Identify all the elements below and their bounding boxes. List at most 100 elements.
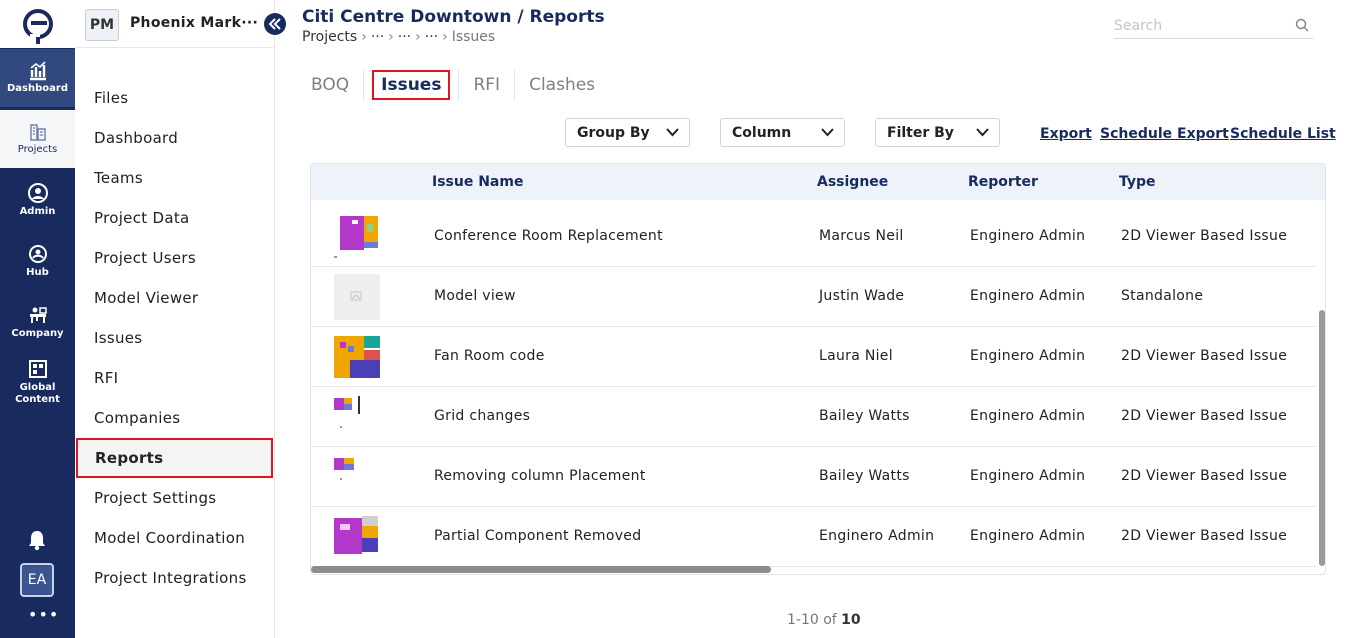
rail-item-hub[interactable]: Hub — [0, 232, 75, 290]
table-header: Issue Name Assignee Reporter Type — [311, 164, 1325, 200]
chevron-right-icon: › — [361, 29, 367, 45]
issue-type: 2D Viewer Based Issue — [1121, 348, 1288, 364]
sidebar-item-project-users[interactable]: Project Users — [75, 238, 275, 278]
column-header-reporter[interactable]: Reporter — [968, 174, 1038, 190]
chevron-down-icon — [666, 128, 679, 137]
search-box — [1114, 14, 1313, 39]
column-header-assignee[interactable]: Assignee — [817, 174, 888, 190]
horizontal-scrollbar[interactable] — [311, 566, 771, 573]
rail-label: Hub — [26, 267, 49, 278]
project-header[interactable]: PM Phoenix Mark··· — [75, 0, 275, 48]
sidebar-item-rfi[interactable]: RFI — [75, 358, 275, 398]
sidebar-item-companies[interactable]: Companies — [75, 398, 275, 438]
pagination-summary: 1-10 of 10 — [787, 612, 861, 628]
user-avatar[interactable]: EA — [20, 563, 54, 597]
chevron-down-icon — [976, 128, 989, 137]
rail-item-global-content[interactable]: Global Content — [0, 354, 75, 410]
global-content-icon — [28, 360, 47, 378]
issue-assignee: Marcus Neil — [819, 228, 904, 244]
breadcrumb-current: Issues — [451, 29, 496, 45]
tab-boq[interactable]: BOQ — [297, 70, 363, 100]
breadcrumb-item[interactable]: ··· — [425, 29, 438, 45]
tab-issues[interactable]: Issues — [372, 70, 451, 100]
issue-name: Grid changes — [434, 408, 531, 424]
app-logo[interactable] — [0, 0, 75, 48]
search-input[interactable] — [1114, 14, 1284, 38]
hub-icon — [28, 245, 47, 263]
group-by-dropdown[interactable]: Group By — [565, 118, 690, 147]
project-sidebar: PM Phoenix Mark··· Files Dashboard Teams… — [75, 0, 275, 638]
sidebar-item-project-settings[interactable]: Project Settings — [75, 478, 275, 518]
search-icon[interactable] — [1295, 18, 1309, 32]
column-header-type[interactable]: Type — [1119, 174, 1156, 190]
sidebar-item-project-data[interactable]: Project Data — [75, 198, 275, 238]
notifications-button[interactable] — [27, 529, 47, 555]
chevron-down-icon — [821, 128, 834, 137]
issue-reporter: Enginero Admin — [970, 228, 1086, 244]
filter-by-dropdown[interactable]: Filter By — [875, 118, 1000, 147]
column-header-issue-name[interactable]: Issue Name — [432, 174, 523, 190]
table-row[interactable]: Model view Justin Wade Enginero Admin St… — [311, 267, 1316, 327]
issues-table: Issue Name Assignee Reporter Type Confer… — [310, 163, 1326, 575]
sidebar-item-model-coordination[interactable]: Model Coordination — [75, 518, 275, 558]
company-icon — [29, 307, 47, 323]
collapse-sidebar-button[interactable] — [264, 13, 286, 35]
bell-icon — [29, 531, 45, 551]
rail-item-company[interactable]: Company — [0, 293, 75, 351]
column-dropdown[interactable]: Column — [720, 118, 845, 147]
double-chevron-left-icon — [268, 18, 281, 30]
group-by-label: Group By — [577, 124, 650, 141]
issue-reporter: Enginero Admin — [970, 288, 1086, 304]
breadcrumb: Projects › ··· › ··· › ··· › Issues — [302, 29, 495, 45]
column-label: Column — [732, 124, 792, 141]
issue-type: 2D Viewer Based Issue — [1121, 468, 1288, 484]
issue-thumbnail — [334, 214, 380, 258]
rail-label: Company — [11, 328, 64, 339]
tab-clashes[interactable]: Clashes — [515, 70, 609, 100]
building-icon — [29, 124, 46, 141]
sidebar-item-model-viewer[interactable]: Model Viewer — [75, 278, 275, 318]
sidebar-item-dashboard[interactable]: Dashboard — [75, 118, 275, 158]
filter-by-label: Filter By — [887, 124, 954, 141]
breadcrumb-item[interactable]: Projects — [302, 29, 357, 45]
rail-item-projects[interactable]: Projects — [0, 110, 75, 168]
more-icon[interactable]: ••• — [28, 605, 59, 624]
breadcrumb-item[interactable]: ··· — [371, 29, 384, 45]
schedule-list-link[interactable]: Schedule List — [1230, 126, 1336, 142]
issue-assignee: Enginero Admin — [819, 528, 935, 544]
sidebar-item-files[interactable]: Files — [75, 78, 275, 118]
sidebar-item-issues[interactable]: Issues — [75, 318, 275, 358]
tab-divider — [363, 70, 365, 100]
issue-name: Partial Component Removed — [434, 528, 642, 544]
issue-thumbnail — [334, 396, 360, 428]
issue-assignee: Bailey Watts — [819, 468, 910, 484]
sidebar-item-reports[interactable]: Reports — [76, 438, 273, 478]
issue-name: Removing column Placement — [434, 468, 646, 484]
rail-label: Projects — [17, 144, 58, 155]
rail-item-dashboard[interactable]: Dashboard — [0, 49, 75, 107]
rail-item-admin[interactable]: Admin — [0, 171, 75, 229]
project-name: Phoenix Mark··· — [130, 15, 259, 31]
chevron-right-icon: › — [388, 29, 394, 45]
export-link[interactable]: Export — [1040, 126, 1092, 142]
schedule-export-link[interactable]: Schedule Export — [1100, 126, 1229, 142]
issue-type: 2D Viewer Based Issue — [1121, 528, 1288, 544]
sidebar-item-teams[interactable]: Teams — [75, 158, 275, 198]
issue-type: 2D Viewer Based Issue — [1121, 408, 1288, 424]
breadcrumb-item[interactable]: ··· — [398, 29, 411, 45]
tab-rfi[interactable]: RFI — [459, 70, 514, 100]
table-row[interactable]: Grid changes Bailey Watts Enginero Admin… — [311, 387, 1316, 447]
issue-name: Model view — [434, 288, 516, 304]
page-title: Citi Centre Downtown / Reports — [302, 7, 605, 27]
rail-label: Admin — [19, 206, 56, 217]
sidebar-menu: Files Dashboard Teams Project Data Proje… — [75, 78, 275, 598]
issue-assignee: Justin Wade — [819, 288, 905, 304]
table-row[interactable]: Removing column Placement Bailey Watts E… — [311, 447, 1316, 507]
pagination-range: 1-10 of — [787, 612, 837, 628]
table-row[interactable]: Fan Room code Laura Niel Enginero Admin … — [311, 327, 1316, 387]
vertical-scrollbar[interactable] — [1319, 310, 1325, 566]
table-row[interactable]: Conference Room Replacement Marcus Neil … — [311, 207, 1316, 267]
issue-reporter: Enginero Admin — [970, 528, 1086, 544]
table-row[interactable]: Partial Component Removed Enginero Admin… — [311, 507, 1316, 567]
sidebar-item-project-integrations[interactable]: Project Integrations — [75, 558, 275, 598]
